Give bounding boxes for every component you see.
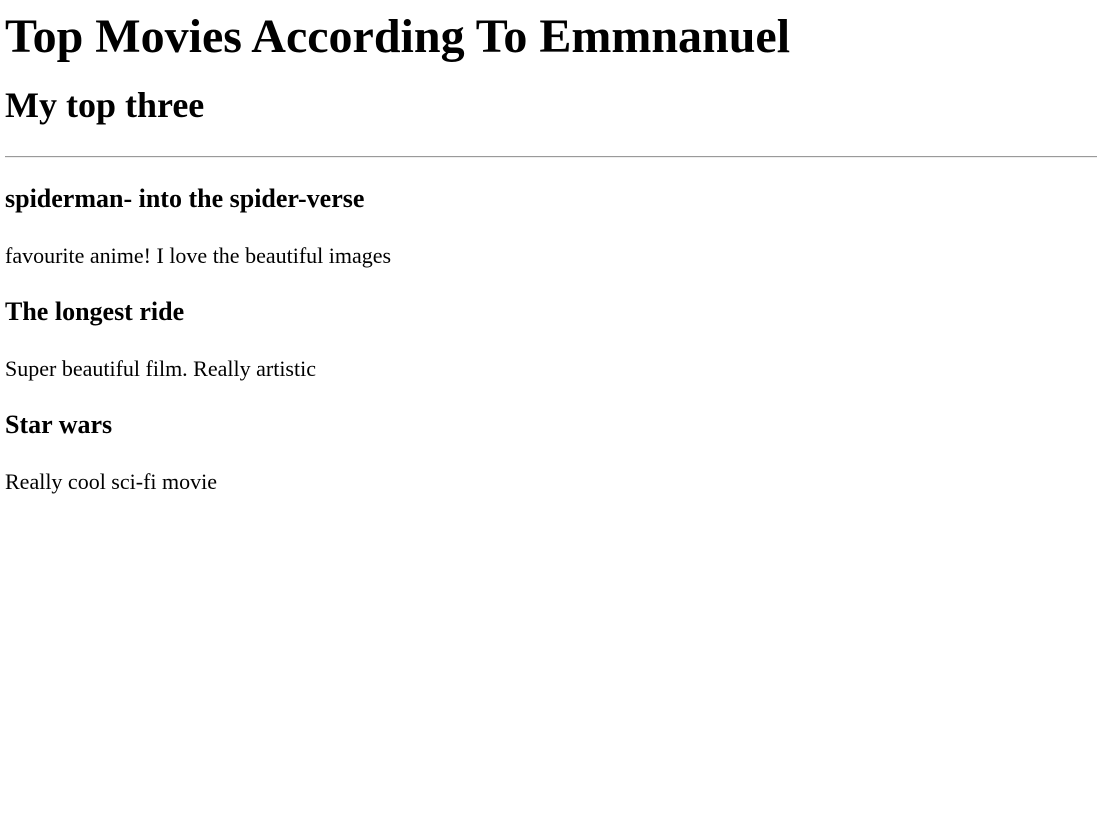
horizontal-divider [5, 156, 1097, 158]
movie-title: Star wars [5, 410, 113, 439]
movie-title: The longest ride [5, 297, 185, 326]
movie-description: favourite anime! I love the beautiful im… [5, 243, 392, 268]
section-title: My top three [5, 85, 205, 125]
movie-item-spiderman: spiderman- into the spider-verse favouri… [5, 183, 1097, 270]
movie-description: Super beautiful film. Really artistic [5, 356, 316, 381]
movie-description: Really cool sci-fi movie [5, 469, 217, 494]
movie-item-star-wars: Star wars Really cool sci-fi movie [5, 409, 1097, 496]
movie-item-longest-ride: The longest ride Super beautiful film. R… [5, 296, 1097, 383]
page-content: Top Movies According To Emmnanuel My top… [0, 10, 1102, 496]
movie-title: spiderman- into the spider-verse [5, 184, 365, 213]
page-title: Top Movies According To Emmnanuel [5, 10, 791, 63]
